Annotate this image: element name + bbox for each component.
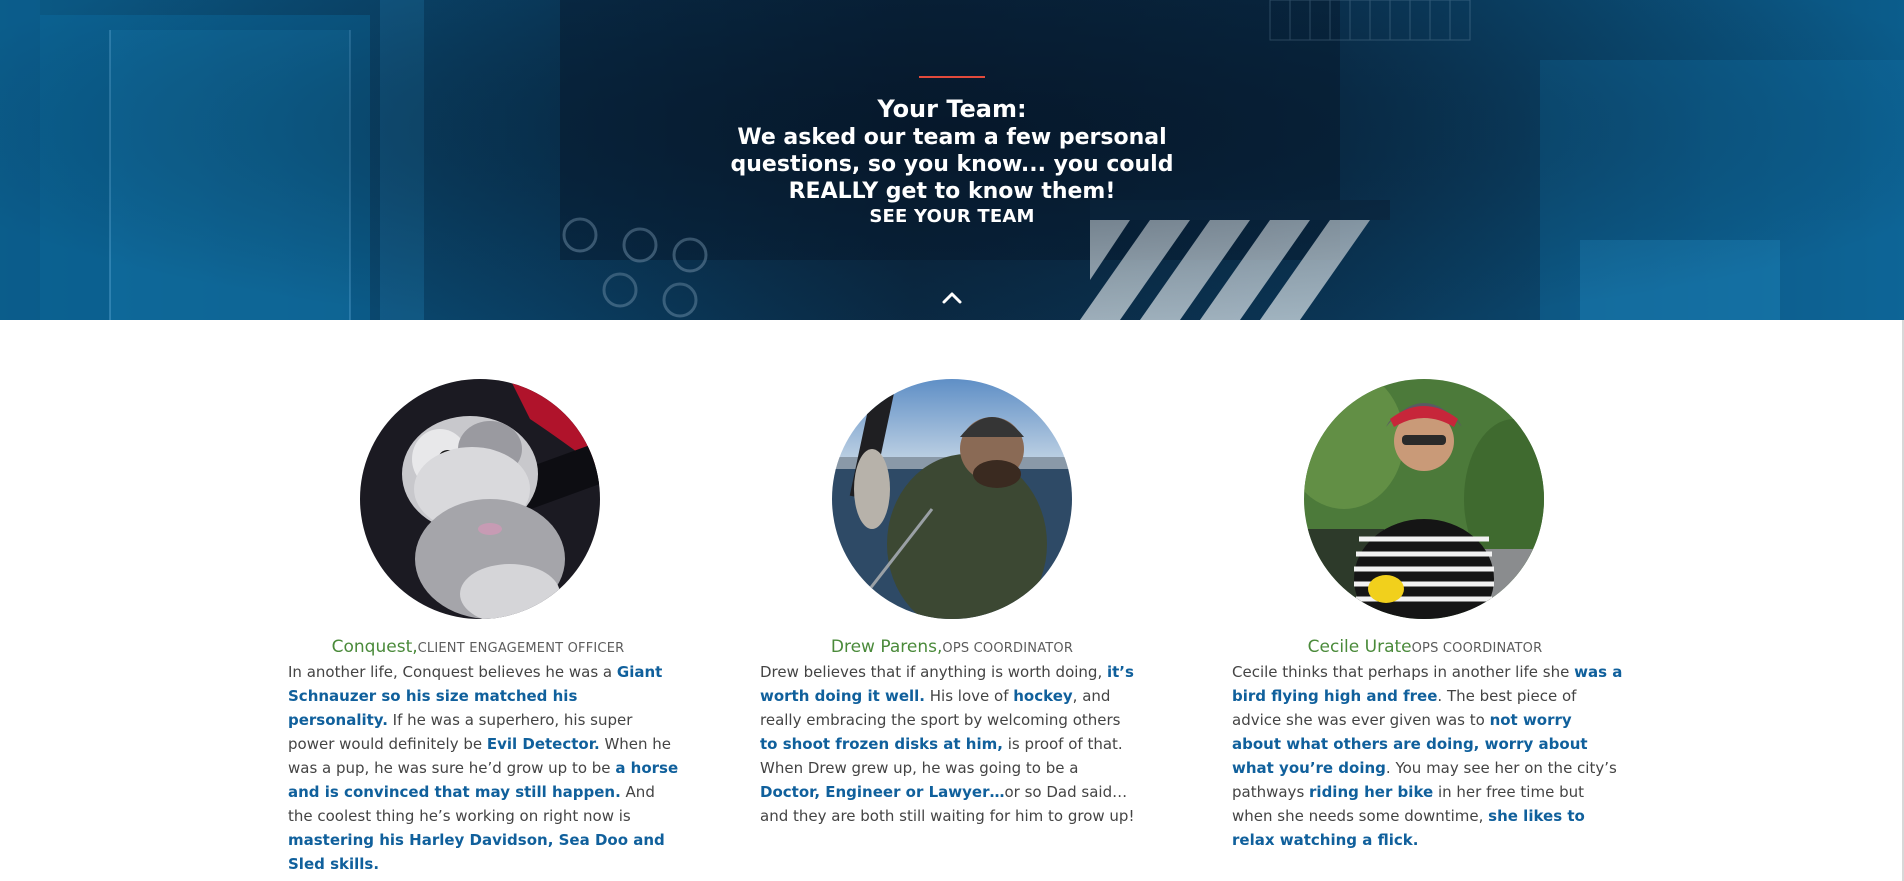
hero-banner: Your Team: We asked our team a few perso…	[0, 0, 1904, 320]
team-member-heading: Drew Parens,OPS COORDINATOR	[757, 637, 1147, 657]
bio-highlight: riding her bike	[1309, 783, 1434, 801]
team-member-bio: Drew believes that if anything is worth …	[760, 660, 1142, 828]
section-title: Your Team:	[877, 95, 1027, 123]
team-member-bio: In another life, Conquest believes he wa…	[288, 660, 680, 876]
team-member-heading: Conquest,CLIENT ENGAGEMENT OFFICER	[283, 637, 673, 657]
bio-text: His love of	[925, 687, 1014, 705]
team-member-role: CLIENT ENGAGEMENT OFFICER	[417, 641, 625, 656]
bio-highlight: to shoot frozen disks at him,	[760, 735, 1003, 753]
bio-highlight: hockey	[1013, 687, 1073, 705]
fisherman-photo	[832, 379, 1072, 619]
bio-highlight: Evil Detector.	[486, 735, 600, 753]
section-subtitle: We asked our team a few personal questio…	[730, 125, 1174, 204]
chevron-up-icon[interactable]	[940, 288, 964, 308]
team-member-role: OPS COORDINATOR	[942, 641, 1074, 656]
dog-photo	[360, 379, 600, 619]
team-member-role: OPS COORDINATOR	[1411, 641, 1543, 656]
bio-text: Cecile thinks that perhaps in another li…	[1232, 663, 1575, 681]
team-member-photo-drew	[832, 379, 1072, 619]
team-member-name: Drew Parens,	[830, 637, 943, 657]
team-member-photo-cecile	[1304, 379, 1544, 619]
bio-text: In another life, Conquest believes he wa…	[288, 663, 617, 681]
title-accent-divider	[919, 76, 985, 78]
bio-highlight: Doctor, Engineer or Lawyer…	[760, 783, 1005, 801]
team-member-name: Conquest,	[331, 637, 418, 657]
cyclist-photo	[1304, 379, 1544, 619]
see-your-team-link[interactable]: SEE YOUR TEAM	[800, 206, 1104, 227]
bio-highlight: mastering his Harley Davidson, Sea Doo a…	[288, 831, 665, 873]
bio-text: Drew believes that if anything is worth …	[760, 663, 1107, 681]
team-member-bio: Cecile thinks that perhaps in another li…	[1232, 660, 1624, 852]
team-member-heading: Cecile UrateOPS COORDINATOR	[1230, 637, 1620, 657]
team-member-name: Cecile Urate	[1307, 637, 1412, 657]
team-member-photo-conquest	[360, 379, 600, 619]
